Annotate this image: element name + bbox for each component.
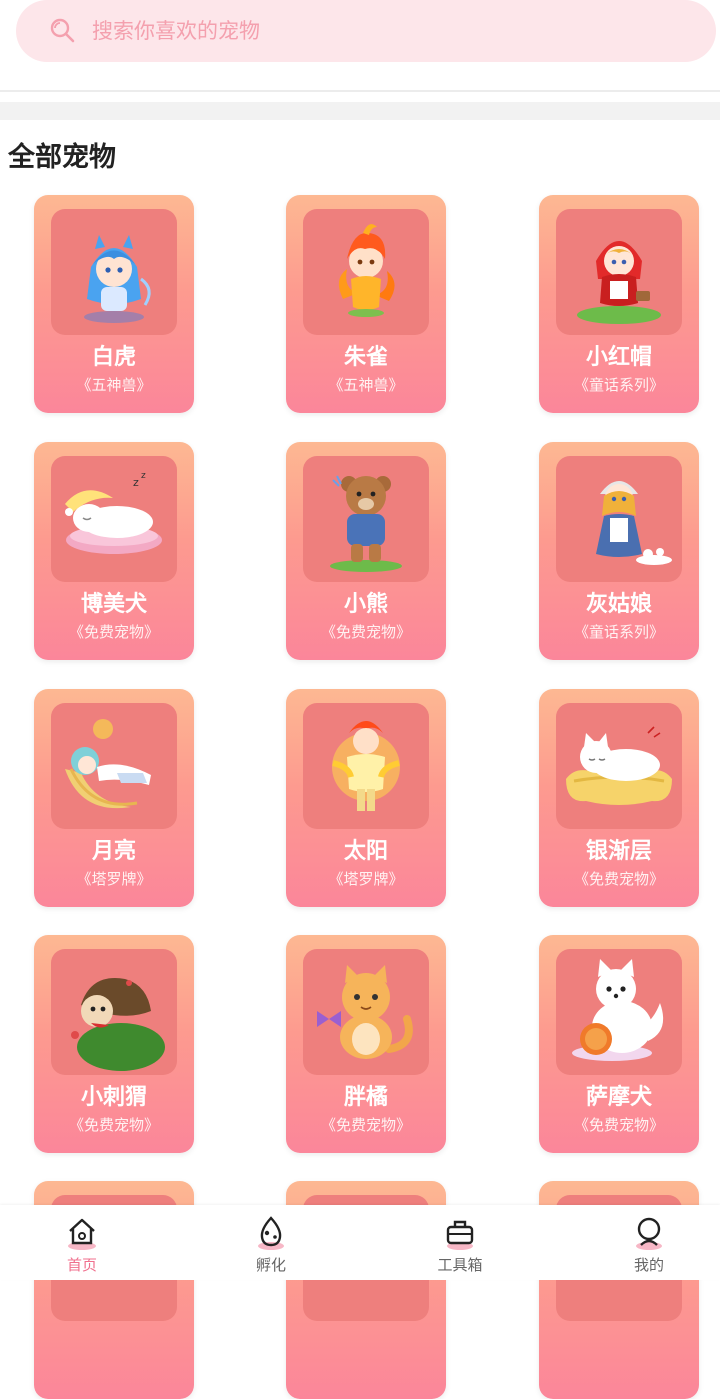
search-bar[interactable]: 搜索你喜欢的宠物 [16,0,716,62]
pet-series: 《免费宠物》 [573,870,664,888]
pet-image [556,209,682,335]
cinderella-icon [596,481,672,565]
search-icon [50,18,75,43]
pet-series: 《免费宠物》 [320,1116,411,1134]
pet-image: z z [51,456,177,582]
search-input[interactable]: 搜索你喜欢的宠物 [92,17,260,45]
sleeping-dog-icon: z z [65,471,162,554]
pet-series: 《免费宠物》 [320,623,411,641]
hedgehog-icon [71,978,165,1071]
bottom-nav: 首页 孵化 工具箱 我的 [0,1205,720,1280]
pet-image [51,703,177,829]
pet-series: 《免费宠物》 [573,1116,664,1134]
pet-card-10[interactable]: 胖橘 《免费宠物》 [286,935,446,1153]
pet-card-11[interactable]: 萨摩犬 《免费宠物》 [539,935,699,1153]
header-divider [0,90,720,92]
pet-image [556,949,682,1075]
egg-icon [258,1216,284,1250]
pet-card-8[interactable]: 银渐层 《免费宠物》 [539,689,699,907]
pet-name: 灰姑娘 [585,592,652,617]
pet-series: 《免费宠物》 [68,1116,159,1134]
nav-label: 首页 [66,1256,97,1274]
pet-name: 小刺猬 [80,1085,147,1110]
nav-label: 孵化 [255,1256,286,1274]
pet-name: 胖橘 [343,1085,388,1110]
pet-image [303,209,429,335]
pet-name: 小熊 [343,592,388,617]
pet-card-4[interactable]: 小熊 《免费宠物》 [286,442,446,660]
pet-card-2[interactable]: 小红帽 《童话系列》 [539,195,699,413]
pet-card-1[interactable]: 朱雀 《五神兽》 [286,195,446,413]
pet-card-6[interactable]: 月亮 《塔罗牌》 [34,689,194,907]
svg-text:z: z [133,476,139,489]
pet-series: 《五神兽》 [76,376,152,394]
pet-name: 朱雀 [343,345,388,370]
nav-home[interactable]: 首页 [22,1205,142,1280]
fire-girl-icon [338,224,395,317]
pet-series: 《免费宠物》 [68,623,159,641]
nav-profile[interactable]: 我的 [589,1205,709,1280]
pet-image [556,703,682,829]
section-divider [0,102,720,120]
pet-card-7[interactable]: 太阳 《塔罗牌》 [286,689,446,907]
toolbox-icon [446,1220,474,1250]
home-icon [68,1218,96,1250]
pet-series: 《塔罗牌》 [76,870,152,888]
pet-series: 《童话系列》 [573,376,664,394]
pet-name: 白虎 [91,345,136,370]
svg-text:z: z [141,471,146,481]
sun-boy-icon [332,721,400,811]
nav-label: 我的 [633,1256,664,1274]
profile-icon [636,1217,662,1250]
pet-name: 博美犬 [80,592,147,617]
pet-name: 萨摩犬 [585,1085,652,1110]
samoyed-icon [572,959,664,1061]
pet-card-9[interactable]: 小刺猬 《免费宠物》 [34,935,194,1153]
pet-name: 太阳 [343,839,388,864]
pet-image [303,949,429,1075]
white-cat-icon [566,726,672,805]
blue-haired-girl-icon [84,235,151,323]
teddy-bear-icon [330,475,402,572]
pet-series: 《五神兽》 [328,376,404,394]
search-section: 搜索你喜欢的宠物 [0,0,720,92]
moon-girl-icon [65,719,151,809]
red-hood-girl-icon [577,241,661,324]
pet-card-0[interactable]: 白虎 《五神兽》 [34,195,194,413]
section-title: 全部宠物 [8,142,116,173]
pet-series: 《塔罗牌》 [328,870,404,888]
nav-label: 工具箱 [437,1256,483,1274]
nav-toolbox[interactable]: 工具箱 [400,1205,520,1280]
nav-hatch[interactable]: 孵化 [211,1205,331,1280]
pet-series: 《童话系列》 [573,623,664,641]
orange-cat-icon [317,965,413,1059]
pet-image [303,703,429,829]
pet-image [303,456,429,582]
pet-card-5[interactable]: 灰姑娘 《童话系列》 [539,442,699,660]
pet-card-3[interactable]: z z 博美犬 《免费宠物》 [34,442,194,660]
pet-image [51,949,177,1075]
pet-image [556,456,682,582]
pet-name: 小红帽 [585,345,652,370]
pet-name: 月亮 [91,839,136,864]
pet-name: 银渐层 [585,839,652,864]
pet-image [51,209,177,335]
